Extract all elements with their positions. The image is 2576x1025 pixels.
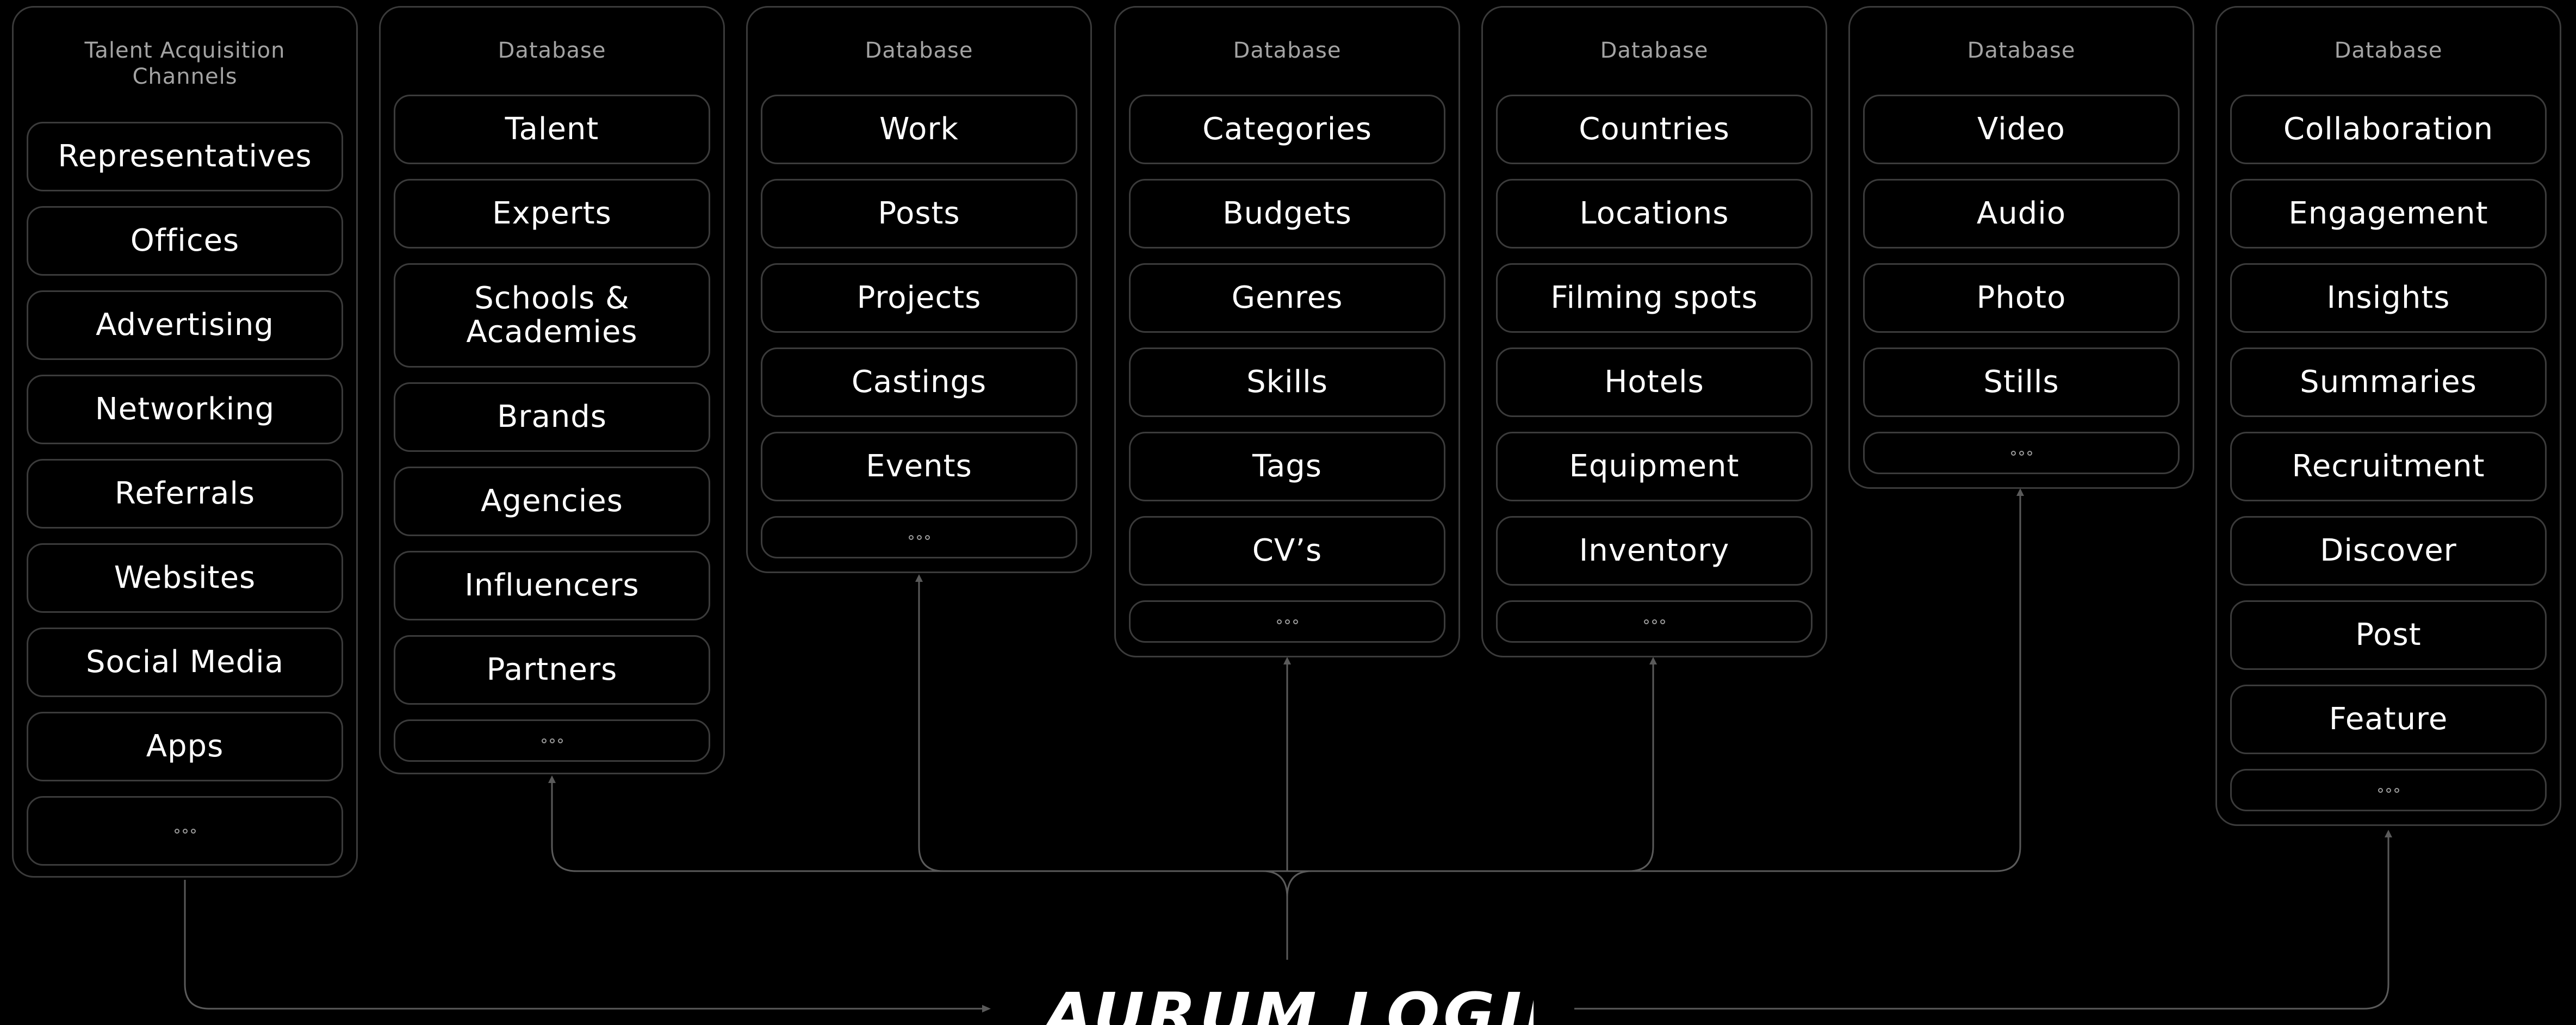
item-talent[interactable]: Talent <box>394 95 710 164</box>
item-tags[interactable]: Tags <box>1129 432 1445 501</box>
more-button[interactable] <box>761 516 1077 558</box>
dot-icon <box>1284 619 1290 624</box>
item-brands[interactable]: Brands <box>394 382 710 452</box>
dot-icon <box>182 828 188 834</box>
more-button[interactable] <box>1863 432 2180 474</box>
dot-icon <box>1293 619 1298 624</box>
item-collaboration[interactable]: Collaboration <box>2230 95 2547 164</box>
dot-icon <box>190 828 196 834</box>
dot-icon <box>1276 619 1282 624</box>
more-button[interactable] <box>27 796 343 866</box>
dot-icon <box>916 535 922 540</box>
item-websites[interactable]: Websites <box>27 543 343 613</box>
column-title: Talent Acquisition Channels <box>84 38 285 89</box>
column-title: Database <box>2334 38 2443 63</box>
column-database-categories: Database Categories Budgets Genres Skill… <box>1114 6 1460 657</box>
item-feature[interactable]: Feature <box>2230 685 2547 754</box>
column-title: Database <box>498 38 606 63</box>
item-filming-spots[interactable]: Filming spots <box>1496 263 1812 333</box>
column-database-video: Database Video Audio Photo Stills <box>1848 6 2194 489</box>
dot-icon <box>1660 619 1665 624</box>
dot-icon <box>557 738 563 743</box>
logo-wordmark: AURUM LOGIK® <box>1044 985 1534 1025</box>
column-title: Database <box>1233 38 1342 63</box>
dot-icon <box>2378 787 2383 793</box>
dot-icon <box>174 828 179 834</box>
dot-icon <box>2019 450 2024 456</box>
dot-icon <box>541 738 547 743</box>
item-skills[interactable]: Skills <box>1129 347 1445 417</box>
item-audio[interactable]: Audio <box>1863 179 2180 249</box>
item-hotels[interactable]: Hotels <box>1496 347 1812 417</box>
item-summaries[interactable]: Summaries <box>2230 347 2547 417</box>
aurum-logik-logo: AURUM LOGIK® <box>1044 985 1534 1025</box>
dot-icon <box>549 738 555 743</box>
item-events[interactable]: Events <box>761 432 1077 501</box>
item-recruitment[interactable]: Recruitment <box>2230 432 2547 501</box>
item-advertising[interactable]: Advertising <box>27 290 343 360</box>
item-insights[interactable]: Insights <box>2230 263 2547 333</box>
item-budgets[interactable]: Budgets <box>1129 179 1445 249</box>
dot-icon <box>908 535 914 540</box>
item-castings[interactable]: Castings <box>761 347 1077 417</box>
item-networking[interactable]: Networking <box>27 375 343 444</box>
item-genres[interactable]: Genres <box>1129 263 1445 333</box>
dot-icon <box>2010 450 2016 456</box>
item-categories[interactable]: Categories <box>1129 95 1445 164</box>
more-button[interactable] <box>1129 600 1445 643</box>
more-button[interactable] <box>2230 769 2547 811</box>
more-button[interactable] <box>1496 600 1812 643</box>
column-title: Database <box>1600 38 1709 63</box>
item-referrals[interactable]: Referrals <box>27 459 343 529</box>
column-title: Database <box>1967 38 2076 63</box>
item-projects[interactable]: Projects <box>761 263 1077 333</box>
item-offices[interactable]: Offices <box>27 206 343 276</box>
item-cvs[interactable]: CV’s <box>1129 516 1445 586</box>
item-influencers[interactable]: Influencers <box>394 551 710 620</box>
column-database-countries: Database Countries Locations Filming spo… <box>1481 6 1827 657</box>
dot-icon <box>2027 450 2032 456</box>
item-work[interactable]: Work <box>761 95 1077 164</box>
item-photo[interactable]: Photo <box>1863 263 2180 333</box>
item-representatives[interactable]: Representatives <box>27 122 343 191</box>
column-database-talent: Database Talent Experts Schools & Academ… <box>379 6 725 774</box>
item-stills[interactable]: Stills <box>1863 347 2180 417</box>
item-schools-academies[interactable]: Schools & Academies <box>394 263 710 368</box>
logo-text: AURUM LOGIK <box>1044 985 1534 1025</box>
column-title: Database <box>865 38 973 63</box>
item-apps[interactable]: Apps <box>27 712 343 781</box>
item-posts[interactable]: Posts <box>761 179 1077 249</box>
item-countries[interactable]: Countries <box>1496 95 1812 164</box>
dot-icon <box>2386 787 2391 793</box>
dot-icon <box>2394 787 2399 793</box>
item-video[interactable]: Video <box>1863 95 2180 164</box>
item-discover[interactable]: Discover <box>2230 516 2547 586</box>
column-database-collaboration: Database Collaboration Engagement Insigh… <box>2215 6 2561 826</box>
item-locations[interactable]: Locations <box>1496 179 1812 249</box>
item-partners[interactable]: Partners <box>394 635 710 705</box>
item-inventory[interactable]: Inventory <box>1496 516 1812 586</box>
more-button[interactable] <box>394 719 710 762</box>
dot-icon <box>1652 619 1657 624</box>
item-social-media[interactable]: Social Media <box>27 628 343 697</box>
item-engagement[interactable]: Engagement <box>2230 179 2547 249</box>
column-database-work: Database Work Posts Projects Castings Ev… <box>746 6 1092 573</box>
dot-icon <box>1643 619 1649 624</box>
item-post[interactable]: Post <box>2230 600 2547 670</box>
dot-icon <box>924 535 930 540</box>
item-equipment[interactable]: Equipment <box>1496 432 1812 501</box>
item-experts[interactable]: Experts <box>394 179 710 249</box>
column-talent-acquisition-channels: Talent Acquisition Channels Representati… <box>12 6 358 878</box>
item-agencies[interactable]: Agencies <box>394 467 710 536</box>
